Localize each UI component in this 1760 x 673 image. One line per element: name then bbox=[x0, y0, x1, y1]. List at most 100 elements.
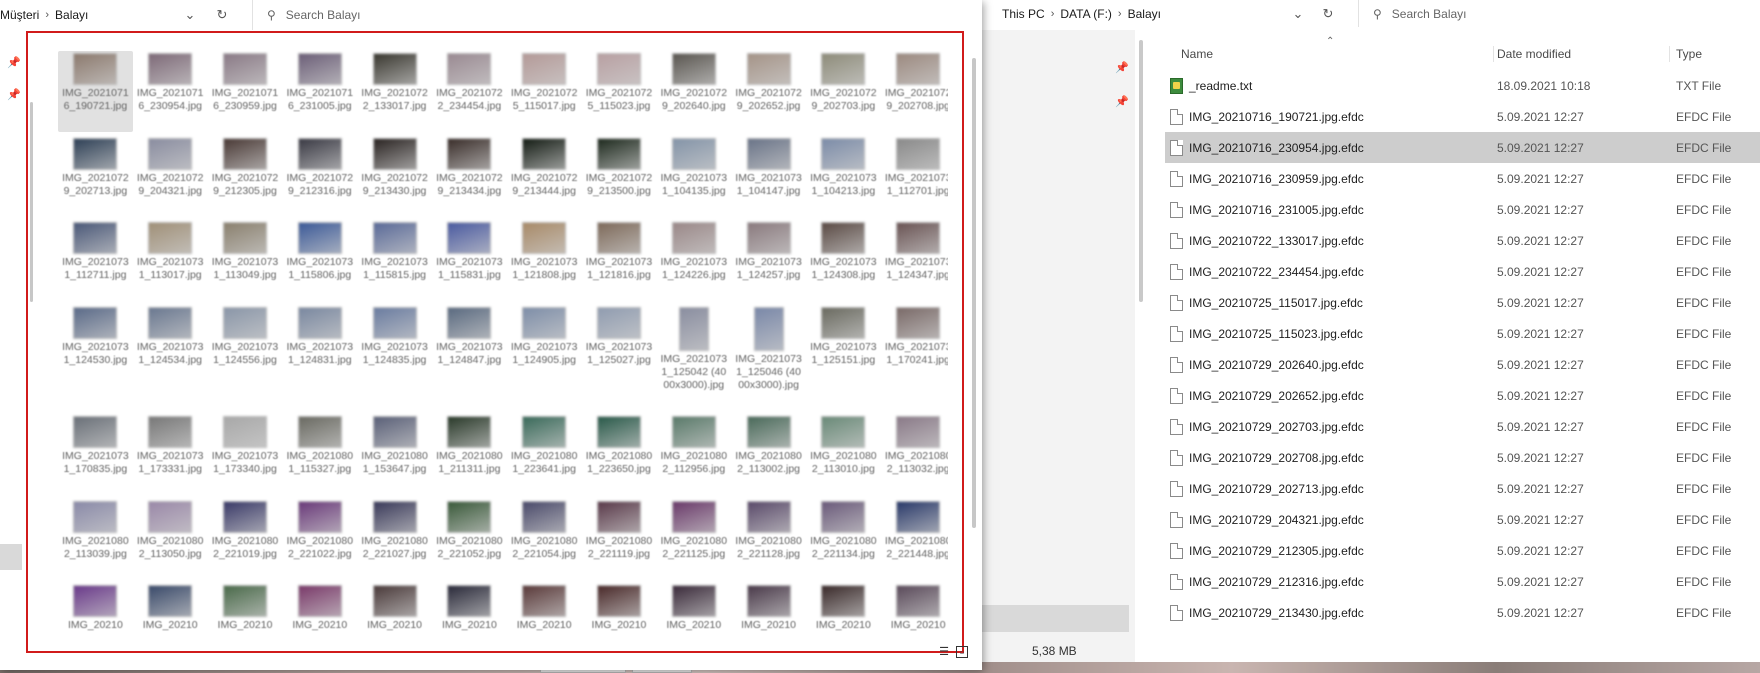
file-row[interactable]: IMG_20210722_234454.jpg.efdc 5.09.2021 12… bbox=[1165, 256, 1760, 287]
file-row[interactable]: IMG_20210729_212316.jpg.efdc 5.09.2021 12… bbox=[1165, 566, 1760, 597]
thumbnail-scrollbar[interactable] bbox=[972, 58, 976, 528]
file-row[interactable]: IMG_20210729_202708.jpg.efdc 5.09.2021 12… bbox=[1165, 442, 1760, 473]
thumbnail-item[interactable]: IMG_20210802_221125.jpg bbox=[656, 499, 731, 580]
thumbnail-item[interactable]: IMG_20210716_230959.jpg bbox=[208, 51, 283, 132]
thumbnail-item[interactable]: IMG_20210731_125027.jpg bbox=[582, 305, 657, 411]
thumbnail-item[interactable]: IMG_20210 bbox=[731, 583, 806, 651]
file-row[interactable]: _readme.txt 18.09.2021 10:18 TXT File bbox=[1165, 70, 1760, 101]
thumbnail-item[interactable]: IMG_20210731_124347.jpg bbox=[881, 220, 948, 301]
file-row[interactable]: IMG_20210722_133017.jpg.efdc 5.09.2021 12… bbox=[1165, 225, 1760, 256]
large-icons-view-icon[interactable]: ▫ bbox=[956, 646, 968, 659]
thumbnail-item[interactable]: IMG_20210731_124847.jpg bbox=[432, 305, 507, 411]
refresh-icon[interactable]: ↻ bbox=[1316, 0, 1340, 27]
navigation-selected-item[interactable] bbox=[982, 605, 1129, 632]
file-row[interactable]: IMG_20210729_213430.jpg.efdc 5.09.2021 12… bbox=[1165, 597, 1760, 628]
file-row[interactable]: IMG_20210716_230959.jpg.efdc 5.09.2021 12… bbox=[1165, 163, 1760, 194]
file-row[interactable]: IMG_20210729_202640.jpg.efdc 5.09.2021 12… bbox=[1165, 349, 1760, 380]
thumbnail-item[interactable]: IMG_20210731_125042 (4000x3000).jpg bbox=[656, 305, 731, 411]
thumbnail-item[interactable]: IMG_20210731_104213.jpg bbox=[806, 136, 881, 217]
thumbnail-item[interactable]: IMG_20210731_170835.jpg bbox=[58, 414, 133, 495]
refresh-icon[interactable]: ↻ bbox=[210, 0, 234, 30]
thumbnail-item[interactable]: IMG_20210716_231005.jpg bbox=[282, 51, 357, 132]
file-row[interactable]: IMG_20210729_202703.jpg.efdc 5.09.2021 12… bbox=[1165, 411, 1760, 442]
thumbnail-item[interactable]: IMG_20210731_113017.jpg bbox=[133, 220, 208, 301]
chevron-down-icon[interactable]: ⌄ bbox=[1286, 0, 1310, 27]
thumbnail-item[interactable]: IMG_20210802_221119.jpg bbox=[582, 499, 657, 580]
chevron-down-icon[interactable]: ⌄ bbox=[178, 0, 202, 30]
thumbnail-item[interactable]: IMG_20210 bbox=[282, 583, 357, 651]
thumbnail-item[interactable]: IMG_20210729_213500.jpg bbox=[582, 136, 657, 217]
breadcrumb-item[interactable]: Balayı bbox=[1128, 7, 1161, 21]
thumbnail-item[interactable]: IMG_20210722_133017.jpg bbox=[357, 51, 432, 132]
thumbnail-item[interactable]: IMG_20210729_202640.jpg bbox=[656, 51, 731, 132]
thumbnail-item[interactable]: IMG_20210802_221052.jpg bbox=[432, 499, 507, 580]
thumbnail-item[interactable]: IMG_20210731_124257.jpg bbox=[731, 220, 806, 301]
thumbnail-item[interactable]: IMG_20210731_173331.jpg bbox=[133, 414, 208, 495]
thumbnail-item[interactable]: IMG_20210731_104147.jpg bbox=[731, 136, 806, 217]
thumbnail-item[interactable]: IMG_20210716_190721.jpg bbox=[58, 51, 133, 132]
thumbnail-item[interactable]: IMG_20210729_212316.jpg bbox=[282, 136, 357, 217]
file-row[interactable]: IMG_20210729_212305.jpg.efdc 5.09.2021 12… bbox=[1165, 535, 1760, 566]
thumbnail-item[interactable]: IMG_20210731_112701.jpg bbox=[881, 136, 948, 217]
thumbnail-item[interactable]: IMG_20210731_121808.jpg bbox=[507, 220, 582, 301]
file-row[interactable]: IMG_20210725_115023.jpg.efdc 5.09.2021 12… bbox=[1165, 318, 1760, 349]
column-header-date[interactable]: Date modified bbox=[1497, 47, 1571, 61]
thumbnail-item[interactable]: IMG_20210 bbox=[208, 583, 283, 651]
thumbnail-item[interactable]: IMG_20210802_221022.jpg bbox=[282, 499, 357, 580]
thumbnail-item[interactable]: IMG_20210801_223650.jpg bbox=[582, 414, 657, 495]
file-row[interactable]: IMG_20210716_230954.jpg.efdc 5.09.2021 12… bbox=[1165, 132, 1760, 163]
thumbnail-item[interactable]: IMG_20210 bbox=[432, 583, 507, 651]
thumbnail-item[interactable]: IMG_20210729_213434.jpg bbox=[432, 136, 507, 217]
thumbnail-item[interactable]: IMG_20210729_212305.jpg bbox=[208, 136, 283, 217]
file-row[interactable]: IMG_20210725_115017.jpg.efdc 5.09.2021 12… bbox=[1165, 287, 1760, 318]
thumbnail-item[interactable]: IMG_20210716_230954.jpg bbox=[133, 51, 208, 132]
thumbnail-item[interactable]: IMG_20210731_124556.jpg bbox=[208, 305, 283, 411]
thumbnail-item[interactable]: IMG_20210729_213430.jpg bbox=[357, 136, 432, 217]
thumbnail-item[interactable]: IMG_20210 bbox=[357, 583, 432, 651]
thumbnail-item[interactable]: IMG_20210731_124226.jpg bbox=[656, 220, 731, 301]
thumbnail-item[interactable]: IMG_20210731_124534.jpg bbox=[133, 305, 208, 411]
thumbnail-item[interactable]: IMG_20210802_221054.jpg bbox=[507, 499, 582, 580]
column-header-type[interactable]: Type bbox=[1676, 47, 1702, 61]
thumbnail-item[interactable]: IMG_20210729_204321.jpg bbox=[133, 136, 208, 217]
thumbnail-item[interactable]: IMG_20210731_115815.jpg bbox=[357, 220, 432, 301]
left-search-box[interactable]: ⚲ Search Balayı bbox=[252, 0, 982, 30]
thumbnail-item[interactable]: IMG_20210802_221128.jpg bbox=[731, 499, 806, 580]
thumbnail-item[interactable]: IMG_20210802_221027.jpg bbox=[357, 499, 432, 580]
breadcrumb-item[interactable]: Balayı bbox=[55, 8, 88, 22]
thumbnail-item[interactable]: IMG_20210731_124831.jpg bbox=[282, 305, 357, 411]
thumbnail-item[interactable]: IMG_20210801_211311.jpg bbox=[432, 414, 507, 495]
thumbnail-item[interactable]: IMG_20210802_221448.jpg bbox=[881, 499, 948, 580]
thumbnail-item[interactable]: IMG_20210 bbox=[806, 583, 881, 651]
thumbnail-item[interactable]: IMG_20210801_115327.jpg bbox=[282, 414, 357, 495]
thumbnail-item[interactable]: IMG_20210731_124308.jpg bbox=[806, 220, 881, 301]
column-divider[interactable] bbox=[1669, 46, 1670, 62]
thumbnail-item[interactable]: IMG_20210731_173340.jpg bbox=[208, 414, 283, 495]
thumbnail-item[interactable]: IMG_20210729_202713.jpg bbox=[58, 136, 133, 217]
thumbnail-item[interactable]: IMG_20210 bbox=[133, 583, 208, 651]
thumbnail-item[interactable]: IMG_20210731_124835.jpg bbox=[357, 305, 432, 411]
thumbnail-item[interactable]: IMG_20210731_104135.jpg bbox=[656, 136, 731, 217]
file-row[interactable]: IMG_20210716_190721.jpg.efdc 5.09.2021 12… bbox=[1165, 101, 1760, 132]
thumbnail-item[interactable]: IMG_20210731_124905.jpg bbox=[507, 305, 582, 411]
pin-icon[interactable]: 📌 bbox=[6, 46, 22, 78]
file-row[interactable]: IMG_20210729_202652.jpg.efdc 5.09.2021 12… bbox=[1165, 380, 1760, 411]
thumbnail-item[interactable]: IMG_20210801_223641.jpg bbox=[507, 414, 582, 495]
thumbnail-item[interactable]: IMG_20210731_115806.jpg bbox=[282, 220, 357, 301]
breadcrumb-item[interactable]: DATA (F:) bbox=[1060, 7, 1112, 21]
thumbnail-item[interactable]: IMG_20210 bbox=[58, 583, 133, 651]
thumbnail-item[interactable]: IMG_20210731_113049.jpg bbox=[208, 220, 283, 301]
thumbnail-item[interactable]: IMG_20210 bbox=[656, 583, 731, 651]
thumbnail-item[interactable]: IMG_20210722_234454.jpg bbox=[432, 51, 507, 132]
column-divider[interactable] bbox=[1493, 46, 1494, 62]
navigation-scrollbar[interactable] bbox=[1139, 40, 1143, 302]
file-row[interactable]: IMG_20210716_231005.jpg.efdc 5.09.2021 12… bbox=[1165, 194, 1760, 225]
thumbnail-item[interactable]: IMG_20210729_213444.jpg bbox=[507, 136, 582, 217]
thumbnail-item[interactable]: IMG_20210729_202708.jpg bbox=[881, 51, 948, 132]
thumbnail-item[interactable]: IMG_20210802_113050.jpg bbox=[133, 499, 208, 580]
pin-icon[interactable]: 📌 bbox=[1114, 84, 1130, 118]
file-row[interactable]: IMG_20210729_204321.jpg.efdc 5.09.2021 12… bbox=[1165, 504, 1760, 535]
pin-icon[interactable]: 📌 bbox=[6, 78, 22, 110]
thumbnail-item[interactable]: IMG_20210802_113039.jpg bbox=[58, 499, 133, 580]
thumbnail-item[interactable]: IMG_20210 bbox=[507, 583, 582, 651]
